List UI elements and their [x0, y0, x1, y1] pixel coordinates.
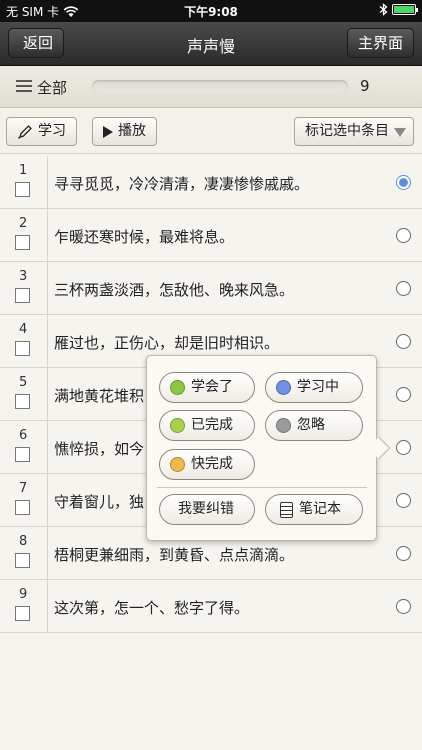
- row-number: 6: [19, 428, 28, 443]
- row-text: 三杯两盏淡酒，怎敌他、晚来风急。: [54, 281, 295, 299]
- studying-dot-icon: [276, 380, 291, 395]
- studying-button[interactable]: 学习中: [265, 372, 363, 403]
- row-text: 这次第，怎一个、愁字了得。: [54, 599, 250, 617]
- main-screen-button[interactable]: 主界面: [346, 28, 414, 58]
- row-text: 守着窗儿，独: [54, 493, 145, 511]
- row-number: 9: [19, 587, 28, 602]
- row-number: 4: [19, 322, 28, 337]
- report-error-label: 我要纠错: [178, 501, 234, 517]
- status-popup: 学会了 学习中 已完成 忽略 快完成 我要纠错 笔记本: [146, 355, 391, 541]
- row-number-column: 1: [0, 156, 48, 208]
- row-radio[interactable]: [396, 493, 411, 508]
- almost-done-button[interactable]: 快完成: [159, 449, 255, 480]
- menu-icon[interactable]: [16, 80, 32, 93]
- list-item[interactable]: 1 寻寻觅觅，冷冷清清，凄凄惨惨戚戚。: [0, 156, 422, 209]
- row-checkbox[interactable]: [15, 341, 30, 356]
- filter-row[interactable]: 全部 9: [0, 66, 422, 108]
- row-text: 憔悴损，如今: [54, 440, 145, 458]
- play-icon: [103, 125, 113, 138]
- play-button-label: 播放: [118, 123, 146, 139]
- completed-button[interactable]: 已完成: [159, 410, 255, 441]
- row-text: 雁过也，正伤心，却是旧时相识。: [54, 334, 280, 352]
- pen-icon: [18, 124, 32, 139]
- status-time: 下午9:08: [184, 5, 238, 19]
- row-number-column: 6: [0, 421, 48, 473]
- row-number-column: 8: [0, 527, 48, 579]
- almost-done-dot-icon: [170, 457, 185, 472]
- row-checkbox[interactable]: [15, 235, 30, 250]
- notebook-icon: [280, 501, 293, 518]
- row-number: 7: [19, 481, 28, 496]
- filter-label[interactable]: 全部: [37, 77, 67, 98]
- row-radio[interactable]: [396, 175, 411, 190]
- study-button-label: 学习: [38, 123, 66, 139]
- row-number-column: 7: [0, 474, 48, 526]
- row-checkbox[interactable]: [15, 182, 30, 197]
- row-checkbox[interactable]: [15, 606, 30, 621]
- notebook-label: 笔记本: [299, 501, 341, 517]
- row-number: 1: [19, 163, 28, 178]
- studying-label: 学习中: [297, 379, 339, 395]
- row-number: 3: [19, 269, 28, 284]
- ignore-dot-icon: [276, 418, 291, 433]
- completed-dot-icon: [170, 418, 185, 433]
- row-text: 满地黄花堆积: [54, 387, 145, 405]
- row-radio[interactable]: [396, 281, 411, 296]
- study-button[interactable]: 学习: [6, 117, 77, 146]
- status-bar: 无 SIM 卡 下午9:08: [0, 0, 422, 22]
- mark-selected-label: 标记选中条目: [305, 123, 389, 139]
- row-radio[interactable]: [396, 334, 411, 349]
- list-item[interactable]: 9 这次第，怎一个、愁字了得。: [0, 580, 422, 633]
- row-text: 寻寻觅觅，冷冷清清，凄凄惨惨戚戚。: [54, 175, 310, 193]
- row-checkbox[interactable]: [15, 500, 30, 515]
- row-text: 梧桐更兼细雨，到黄昏、点点滴滴。: [54, 546, 295, 564]
- progress-bar: [92, 80, 348, 93]
- row-number: 5: [19, 375, 28, 390]
- row-checkbox[interactable]: [15, 288, 30, 303]
- row-text: 乍暖还寒时候，最难将息。: [54, 228, 235, 246]
- learned-label: 学会了: [191, 379, 233, 395]
- row-checkbox[interactable]: [15, 447, 30, 462]
- row-radio[interactable]: [396, 387, 411, 402]
- list-item[interactable]: 2 乍暖还寒时候，最难将息。: [0, 209, 422, 262]
- list-item[interactable]: 3 三杯两盏淡酒，怎敌他、晚来风急。: [0, 262, 422, 315]
- row-radio[interactable]: [396, 228, 411, 243]
- row-number-column: 4: [0, 315, 48, 367]
- row-number-column: 3: [0, 262, 48, 314]
- row-radio[interactable]: [396, 599, 411, 614]
- play-button[interactable]: 播放: [92, 117, 157, 146]
- row-radio[interactable]: [396, 440, 411, 455]
- row-radio[interactable]: [396, 546, 411, 561]
- bluetooth-icon: [379, 3, 388, 16]
- row-checkbox[interactable]: [15, 553, 30, 568]
- almost-done-label: 快完成: [191, 456, 233, 472]
- nav-bar: 返回 声声慢 主界面: [0, 22, 422, 66]
- dropdown-caret-icon: [394, 128, 406, 137]
- mark-selected-dropdown[interactable]: 标记选中条目: [294, 117, 414, 146]
- ignore-label: 忽略: [297, 417, 325, 433]
- battery-icon: [392, 4, 418, 15]
- ignore-button[interactable]: 忽略: [265, 410, 363, 441]
- report-error-button[interactable]: 我要纠错: [159, 494, 255, 525]
- popup-divider: [157, 487, 367, 488]
- toolbar: 学习 播放 标记选中条目: [0, 108, 422, 154]
- row-number-column: 9: [0, 580, 48, 632]
- learned-button[interactable]: 学会了: [159, 372, 255, 403]
- completed-label: 已完成: [191, 417, 233, 433]
- battery-fill: [394, 6, 414, 13]
- row-number-column: 2: [0, 209, 48, 261]
- row-number: 2: [19, 216, 28, 231]
- item-count: 9: [360, 77, 370, 95]
- learned-dot-icon: [170, 380, 185, 395]
- row-number: 8: [19, 534, 28, 549]
- notebook-button[interactable]: 笔记本: [265, 494, 363, 525]
- row-number-column: 5: [0, 368, 48, 420]
- row-checkbox[interactable]: [15, 394, 30, 409]
- status-right: [379, 3, 418, 16]
